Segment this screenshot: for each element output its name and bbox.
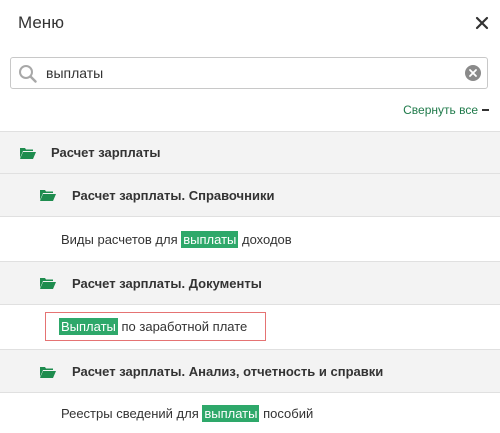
search-highlight: Выплаты	[59, 318, 118, 335]
search-input[interactable]	[46, 58, 461, 88]
tree-group-documents[interactable]: Расчет зарплаты. Документы	[0, 261, 500, 304]
tree-group-reports[interactable]: Расчет зарплаты. Анализ, отчетность и сп…	[0, 349, 500, 392]
folder-open-icon	[40, 190, 56, 201]
tree-group-directories-label: Расчет зарплаты. Справочники	[72, 188, 275, 203]
tree-item-benefit-registers[interactable]: Реестры сведений для выплаты пособий	[0, 392, 500, 433]
search-highlight: выплаты	[181, 231, 239, 248]
tree-group-root[interactable]: Расчет зарплаты	[0, 131, 500, 173]
tree-item-calc-types[interactable]: Виды расчетов для выплаты доходов	[0, 216, 500, 261]
menu-title: Меню	[18, 13, 64, 32]
minus-icon	[482, 108, 489, 111]
folder-open-icon	[40, 278, 56, 289]
clear-icon[interactable]	[465, 65, 481, 81]
close-icon[interactable]	[474, 15, 490, 31]
tree-group-reports-label: Расчет зарплаты. Анализ, отчетность и сп…	[72, 364, 384, 379]
collapse-all-label: Свернуть все	[403, 103, 478, 117]
menu-header: Меню	[0, 0, 500, 50]
folder-open-icon	[40, 367, 56, 378]
tree-item-salary-payments[interactable]: Выплаты по заработной плате	[0, 304, 500, 349]
search-icon	[19, 65, 37, 83]
tree-item-label: Виды расчетов для выплаты доходов	[61, 231, 292, 248]
search-highlight: выплаты	[202, 405, 260, 422]
tree-group-root-label: Расчет зарплаты	[51, 145, 161, 160]
tree-group-documents-label: Расчет зарплаты. Документы	[72, 276, 262, 291]
folder-open-icon	[20, 148, 36, 159]
collapse-all-button[interactable]: Свернуть все	[403, 103, 489, 117]
tree-item-label: Реестры сведений для выплаты пособий	[61, 405, 314, 422]
tree-item-label: Выплаты по заработной плате	[59, 318, 248, 335]
tree-group-directories[interactable]: Расчет зарплаты. Справочники	[0, 173, 500, 216]
search-box	[10, 57, 488, 89]
